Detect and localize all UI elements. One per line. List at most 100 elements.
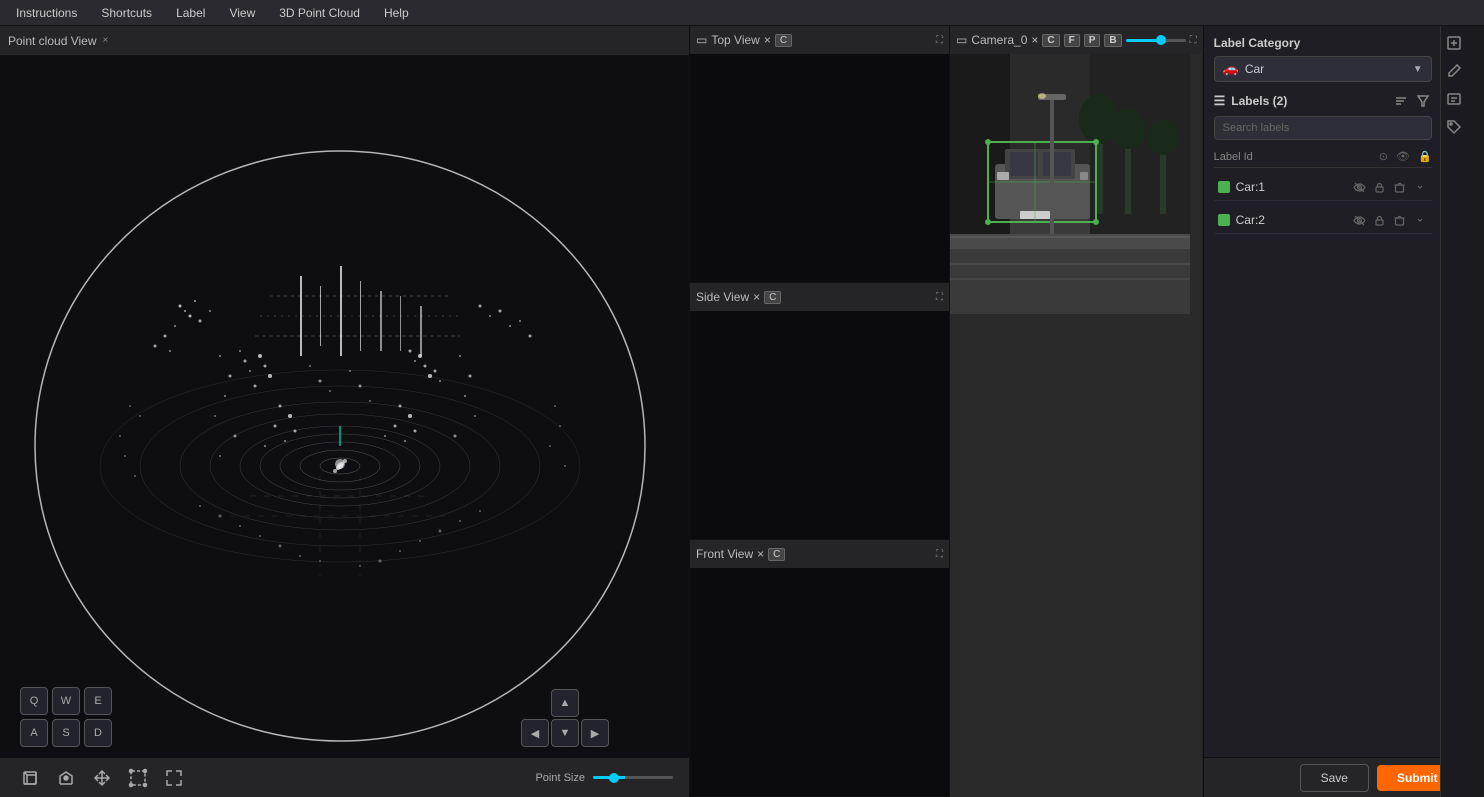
label-item-car1-delete[interactable]	[1392, 179, 1408, 195]
camera-image-area[interactable]	[950, 54, 1203, 797]
side-view-maximize-icon[interactable]: ⛶	[936, 292, 943, 303]
front-view-badge[interactable]: C	[768, 548, 785, 561]
camera-btn-f[interactable]: F	[1064, 34, 1080, 47]
top-view-maximize-icon[interactable]: ⛶	[936, 35, 943, 46]
car-icon: 🚗	[1223, 61, 1239, 77]
labels-title: ☰ Labels (2)	[1214, 93, 1288, 109]
side-view-close-btn[interactable]: ×	[753, 290, 760, 304]
label-item-car1-actions	[1352, 179, 1428, 195]
side-icon-tag[interactable]	[1443, 116, 1465, 138]
front-view-title: Front View	[696, 547, 753, 561]
side-view-svg	[690, 311, 949, 539]
side-view-panel: Side View × C ⛶	[690, 283, 949, 540]
label-panel-inner: Label Category 🚗 Car ▼ ☰ Labels (2)	[1204, 26, 1468, 797]
side-icon-bar	[1440, 26, 1468, 797]
menu-instructions[interactable]: Instructions	[6, 4, 87, 22]
top-view-close-btn[interactable]: ×	[764, 33, 771, 47]
search-labels-input[interactable]	[1214, 116, 1432, 140]
top-view-content[interactable]	[690, 54, 949, 282]
top-view-badge[interactable]: C	[775, 34, 792, 47]
camera-minimize-icon[interactable]: ▭	[956, 33, 967, 47]
point-cloud-content[interactable]: Q W E A S D ▲ ◀ ▼ ▶	[0, 56, 689, 797]
camera-maximize-icon[interactable]: ⛶	[1190, 35, 1197, 46]
tool-3d-icon[interactable]	[16, 764, 44, 792]
front-view-close-btn[interactable]: ×	[757, 547, 764, 561]
side-icon-label[interactable]	[1443, 88, 1465, 110]
camera-close-btn[interactable]: ×	[1031, 33, 1038, 47]
label-item-car1-eye[interactable]	[1352, 179, 1368, 195]
side-view-badge[interactable]: C	[764, 291, 781, 304]
key-e[interactable]: E	[84, 687, 112, 715]
camera-btn-b[interactable]: B	[1104, 34, 1121, 47]
label-item-car2-lock[interactable]	[1372, 212, 1388, 228]
point-size-label: Point Size	[535, 772, 585, 784]
key-right[interactable]: ▶	[581, 719, 609, 747]
menu-help[interactable]: Help	[374, 4, 419, 22]
camera-btn-c[interactable]: C	[1042, 34, 1059, 47]
label-item-car2-expand[interactable]	[1412, 212, 1428, 228]
bottom-action-bar: Save Submit	[1204, 757, 1468, 797]
point-cloud-svg	[0, 56, 689, 797]
point-cloud-header: Point cloud View ×	[0, 26, 689, 56]
tool-move-icon[interactable]	[88, 764, 116, 792]
key-up[interactable]: ▲	[551, 689, 579, 717]
front-view-maximize-icon[interactable]: ⛶	[936, 549, 943, 560]
labels-header: ☰ Labels (2)	[1214, 92, 1432, 110]
list-icon: ☰	[1214, 93, 1226, 109]
key-q[interactable]: Q	[20, 687, 48, 715]
labels-sort-btn[interactable]	[1392, 92, 1410, 110]
category-dropdown[interactable]: 🚗 Car ▼	[1214, 56, 1432, 82]
label-color-car1	[1218, 181, 1230, 193]
labels-filter-btn[interactable]	[1414, 92, 1432, 110]
label-category-section: Label Category 🚗 Car ▼	[1214, 36, 1432, 82]
key-left[interactable]: ◀	[521, 719, 549, 747]
side-view-title: Side View	[696, 290, 749, 304]
menu-label[interactable]: Label	[166, 4, 215, 22]
point-size-slider[interactable]	[593, 776, 673, 779]
navigation-keys: Q W E A S D	[20, 687, 112, 747]
label-item-car2[interactable]: Car:2	[1214, 207, 1432, 234]
point-size-control: Point Size	[535, 772, 673, 784]
nav-row-2: A S D	[20, 719, 112, 747]
label-item-car1[interactable]: Car:1	[1214, 174, 1432, 201]
label-item-car2-text: Car:2	[1236, 213, 1346, 227]
key-d[interactable]: D	[84, 719, 112, 747]
front-view-panel: Front View × C ⛶	[690, 540, 949, 797]
key-w[interactable]: W	[52, 687, 80, 715]
menu-shortcuts[interactable]: Shortcuts	[91, 4, 162, 22]
label-item-car1-text: Car:1	[1236, 180, 1346, 194]
header-eye-icon: 👁	[1396, 150, 1410, 163]
side-icon-annotate[interactable]	[1443, 32, 1465, 54]
label-item-car1-lock[interactable]	[1372, 179, 1388, 195]
camera-scene-svg	[950, 54, 1203, 797]
label-category-title: Label Category	[1214, 36, 1432, 50]
label-item-car2-delete[interactable]	[1392, 212, 1408, 228]
side-icon-edit[interactable]	[1443, 60, 1465, 82]
key-s[interactable]: S	[52, 719, 80, 747]
search-input-container	[1214, 116, 1432, 140]
menu-3d-point-cloud[interactable]: 3D Point Cloud	[269, 4, 370, 22]
camera-btn-p[interactable]: P	[1084, 34, 1101, 47]
label-item-car2-actions	[1352, 212, 1428, 228]
brightness-slider[interactable]	[1126, 39, 1186, 42]
point-cloud-close-button[interactable]: ×	[103, 35, 109, 46]
tool-fullscreen-icon[interactable]	[160, 764, 188, 792]
top-view-minimize-icon[interactable]: ▭	[696, 33, 707, 47]
menu-view[interactable]: View	[219, 4, 265, 22]
label-item-car1-expand[interactable]	[1412, 179, 1428, 195]
main-layout: Point cloud View ×	[0, 26, 1484, 797]
toolbar-icons	[16, 764, 188, 792]
label-color-car2	[1218, 214, 1230, 226]
label-item-car2-eye[interactable]	[1352, 212, 1368, 228]
top-view-header: ▭ Top View × C ⛶	[690, 26, 949, 54]
front-view-content[interactable]	[690, 568, 949, 796]
key-a[interactable]: A	[20, 719, 48, 747]
tool-segment-icon[interactable]	[52, 764, 80, 792]
save-button[interactable]: Save	[1300, 764, 1369, 792]
side-view-content[interactable]	[690, 311, 949, 539]
key-down[interactable]: ▼	[551, 719, 579, 747]
camera-header-left: ▭ Camera_0 × C F P B	[956, 33, 1186, 47]
nav-row-1: Q W E	[20, 687, 112, 715]
dropdown-arrow-icon: ▼	[1413, 64, 1423, 75]
tool-box-icon[interactable]	[124, 764, 152, 792]
